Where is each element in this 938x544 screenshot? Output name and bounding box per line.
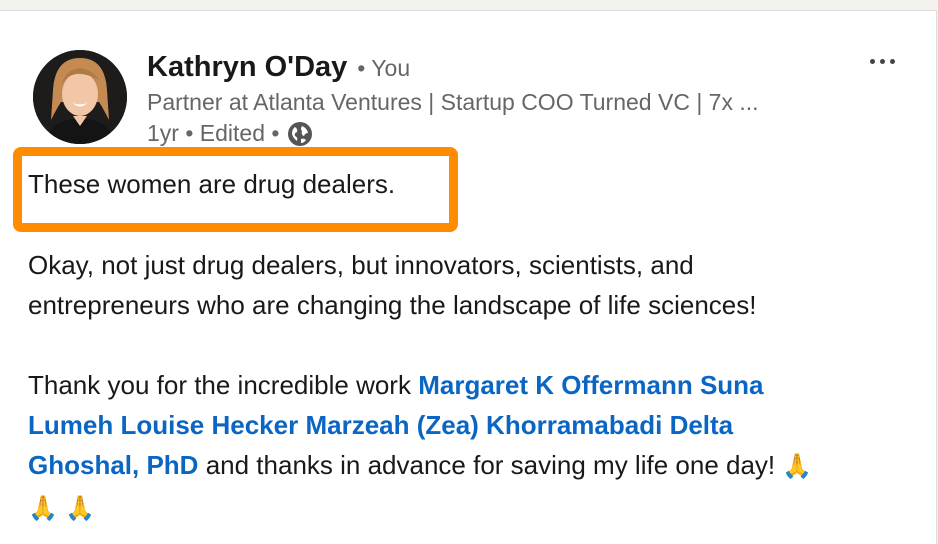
mention-margaret-offermann[interactable]: Margaret K Offermann (418, 370, 693, 400)
post-paragraph-1: Okay, not just drug dealers, but innovat… (28, 245, 756, 325)
pray-emoji: 🙏 (65, 495, 96, 522)
connection-degree: • You (357, 55, 411, 81)
globe-icon (287, 121, 313, 147)
pray-emoji: 🙏 (28, 495, 58, 522)
post-timestamp: 1yr • Edited • (147, 120, 280, 146)
post-paragraph-2-line-3: Ghoshal, PhD and thanks in advance for s… (28, 445, 812, 487)
more-dot (869, 58, 875, 64)
thanks-outro-text: and thanks in advance for saving my life… (198, 450, 783, 480)
mention-suna-lumeh[interactable]: Suna (700, 370, 764, 400)
author-name-row: Kathryn O'Day • You (147, 51, 410, 87)
post-paragraph-2: Thank you for the incredible work Margar… (28, 365, 812, 529)
mention-suna-lumeh-cont[interactable]: Lumeh (28, 410, 113, 440)
mention-delta-ghoshal[interactable]: Delta (670, 410, 734, 440)
mention-delta-ghoshal-cont[interactable]: Ghoshal, PhD (28, 450, 198, 480)
more-dot (879, 58, 885, 64)
post-paragraph-1-line-2: entrepreneurs who are changing the lands… (28, 290, 757, 320)
author-headline: Partner at Atlanta Ventures | Startup CO… (147, 89, 759, 115)
post-paragraph-2-line-4: 🙏 🙏 (28, 487, 812, 529)
author-avatar[interactable] (33, 50, 127, 144)
post-paragraph-1-line-1: Okay, not just drug dealers, but innovat… (28, 250, 694, 280)
avatar-photo (33, 50, 127, 144)
more-options-button[interactable] (862, 49, 902, 73)
author-name[interactable]: Kathryn O'Day (147, 51, 347, 84)
post-first-line: These women are drug dealers. (28, 169, 396, 199)
post-meta: 1yr • Edited • (147, 120, 313, 147)
more-dot (889, 58, 895, 64)
mention-marzeah-khorramabadi[interactable]: Marzeah (Zea) Khorramabadi (305, 410, 662, 440)
mention-louise-hecker[interactable]: Louise Hecker (120, 410, 298, 440)
post-paragraph-2-line-1: Thank you for the incredible work Margar… (28, 365, 812, 405)
pray-emoji: 🙏 (782, 453, 813, 480)
feed-post-card: Kathryn O'Day • You Partner at Atlanta V… (0, 10, 937, 544)
post-paragraph-2-line-2: Lumeh Louise Hecker Marzeah (Zea) Khorra… (28, 405, 812, 445)
thanks-intro-text: Thank you for the incredible work (28, 370, 419, 400)
